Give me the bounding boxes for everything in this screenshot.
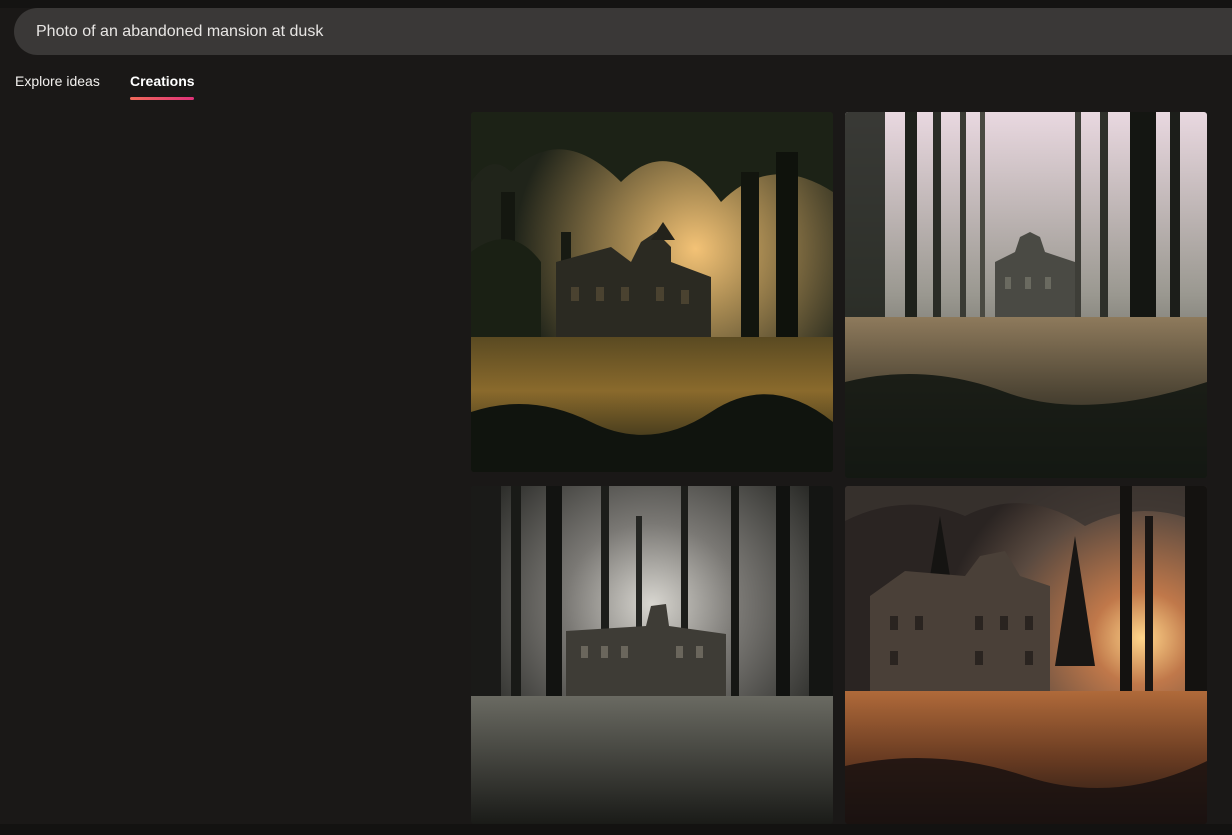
tab-creations[interactable]: Creations <box>130 73 195 100</box>
active-tab-indicator <box>130 97 194 100</box>
bottom-strip <box>0 824 1232 835</box>
prompt-search-bar[interactable]: Photo of an abandoned mansion at dusk <box>14 8 1232 55</box>
generated-image-4[interactable] <box>845 486 1207 824</box>
top-strip <box>0 0 1232 8</box>
tab-creations-label: Creations <box>130 73 195 89</box>
generated-image-2-art <box>845 112 1207 478</box>
generated-image-1[interactable] <box>471 112 833 472</box>
image-grid <box>471 112 1207 824</box>
generated-image-3[interactable] <box>471 486 833 824</box>
prompt-text: Photo of an abandoned mansion at dusk <box>36 22 324 40</box>
generated-image-3-art <box>471 486 833 824</box>
generated-image-1-art <box>471 112 833 472</box>
generated-image-4-art <box>845 486 1207 824</box>
generated-image-2[interactable] <box>845 112 1207 478</box>
tab-explore-ideas[interactable]: Explore ideas <box>15 73 100 89</box>
